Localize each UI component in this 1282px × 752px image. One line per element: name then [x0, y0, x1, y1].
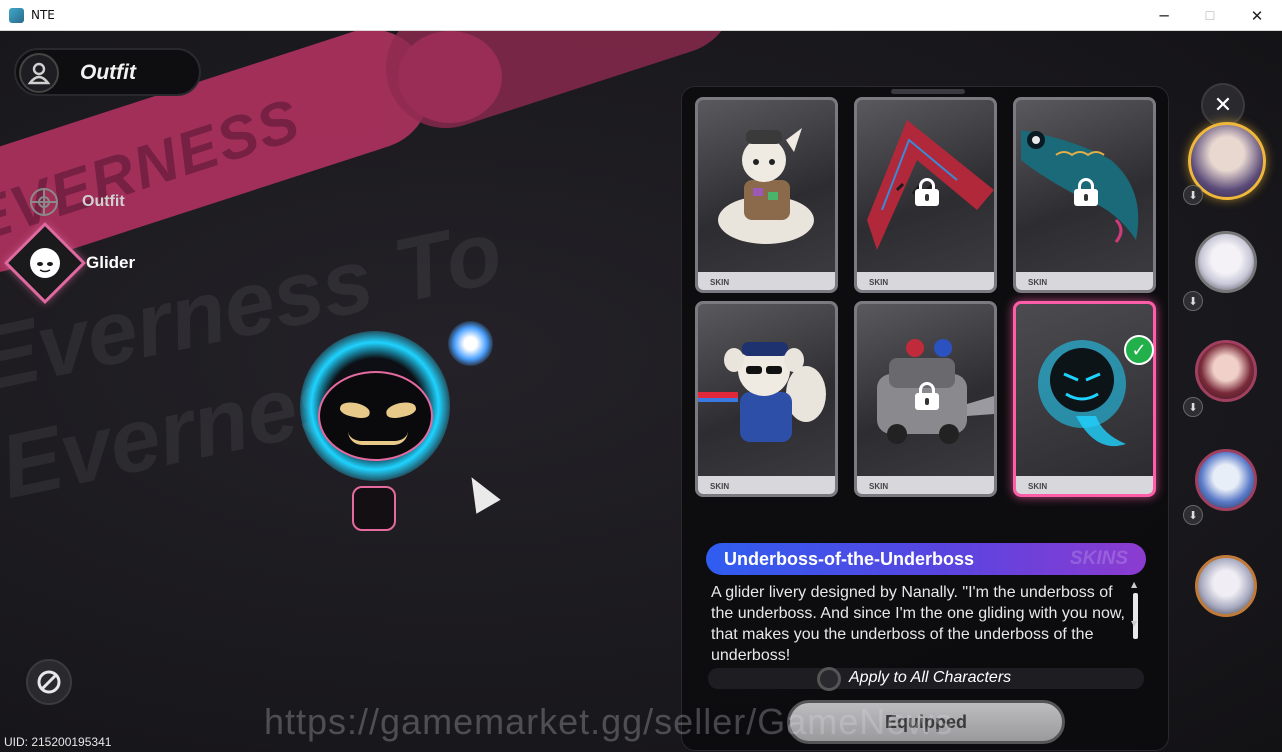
download-icon[interactable]: ⬇	[1183, 291, 1203, 311]
menu-item-glider[interactable]: Glider	[3, 221, 136, 305]
card-tag: SKIN	[869, 278, 889, 287]
uid-label: UID: 215200195341	[4, 735, 112, 749]
app-icon	[9, 8, 24, 23]
skin-card-4[interactable]: SKIN	[695, 301, 838, 497]
glider-eye-left	[338, 400, 372, 420]
apply-all-label: Apply to All Characters	[849, 669, 1012, 686]
description-scrollbar[interactable]	[1133, 593, 1138, 639]
download-icon[interactable]: ⬇	[1183, 185, 1203, 205]
skin-art-police-mouse	[698, 342, 826, 442]
skin-title-bar: Underboss-of-the-Underboss SKINS	[706, 543, 1146, 575]
close-button[interactable]: ✕	[1201, 83, 1245, 127]
card-footer-strip: SKIN	[1016, 272, 1153, 290]
menu-item-glider-label: Glider	[86, 253, 136, 272]
card-tag: SKIN	[710, 482, 730, 491]
glider-face	[318, 371, 433, 461]
glider-energy-orb	[448, 321, 493, 366]
skin-card-1[interactable]: SKIN	[695, 97, 838, 293]
glider-icon	[3, 221, 87, 305]
lock-icon	[915, 382, 939, 410]
maximize-button[interactable]: ☐	[1187, 0, 1233, 31]
glider-rider	[352, 486, 396, 531]
person-icon	[19, 53, 59, 93]
download-icon[interactable]: ⬇	[1183, 397, 1203, 417]
glider-preview-model[interactable]	[300, 321, 500, 541]
scroll-up-arrow[interactable]: ▲	[1131, 580, 1137, 589]
panel-drag-handle[interactable]	[891, 89, 965, 94]
window-titlebar: NTE ─ ☐ ✕	[0, 0, 1282, 31]
character-avatar-2[interactable]	[1195, 231, 1257, 293]
equipped-check-icon: ✓	[1124, 335, 1154, 365]
glider-eye-right	[384, 400, 418, 420]
background-arrow-emblem	[398, 31, 502, 123]
apply-all-toggle[interactable]	[817, 667, 841, 691]
character-avatar-5[interactable]	[1195, 555, 1257, 617]
character-avatar-3[interactable]	[1195, 340, 1257, 402]
section-title: Outfit	[80, 61, 136, 84]
skin-description: A glider livery designed by Nanally. "I'…	[711, 584, 1125, 664]
card-tag: SKIN	[710, 278, 730, 287]
card-tag: SKIN	[1028, 278, 1048, 287]
disable-glider-button[interactable]	[26, 659, 72, 705]
menu-item-outfit[interactable]: Outfit	[30, 188, 125, 216]
card-footer-strip: SKIN	[698, 272, 835, 290]
skin-card-3[interactable]: SKIN	[1013, 97, 1156, 293]
close-window-button[interactable]: ✕	[1234, 0, 1280, 31]
card-footer-strip: SKIN	[857, 476, 994, 494]
prohibited-icon	[37, 670, 61, 694]
lock-icon	[1074, 178, 1098, 206]
card-footer-strip: SKIN	[857, 272, 994, 290]
skin-card-6[interactable]: SKIN	[1013, 301, 1156, 497]
glider-mascot-icon	[30, 248, 60, 278]
character-avatar-4[interactable]	[1195, 449, 1257, 511]
game-viewport: EVERNESS Everness To Everness Outfit Outf…	[0, 31, 1282, 752]
skin-art-underboss-flame	[1038, 340, 1126, 447]
skin-card-2[interactable]: SKIN	[854, 97, 997, 293]
menu-item-outfit-label: Outfit	[82, 193, 125, 210]
card-footer-strip: SKIN	[1016, 476, 1153, 494]
minimize-button[interactable]: ─	[1141, 0, 1187, 31]
card-tag: SKIN	[1028, 482, 1048, 491]
skin-title-badge: SKINS	[1069, 548, 1128, 569]
crosshair-icon	[30, 188, 58, 216]
outfit-section-header: Outfit	[14, 48, 201, 96]
watermark-text: https://gamemarket.gg/seller/GameNews	[264, 701, 954, 742]
skin-art-fox-creature	[718, 128, 814, 244]
skin-title: Underboss-of-the-Underboss	[724, 549, 975, 569]
download-icon[interactable]: ⬇	[1183, 505, 1203, 525]
lock-icon	[915, 178, 939, 206]
glider-mouth	[348, 431, 408, 445]
scroll-down-arrow[interactable]: ▼	[1131, 619, 1137, 628]
skin-card-5[interactable]: SKIN	[854, 301, 997, 497]
card-tag: SKIN	[869, 482, 889, 491]
card-footer-strip: SKIN	[698, 476, 835, 494]
window-title: NTE	[31, 8, 55, 22]
